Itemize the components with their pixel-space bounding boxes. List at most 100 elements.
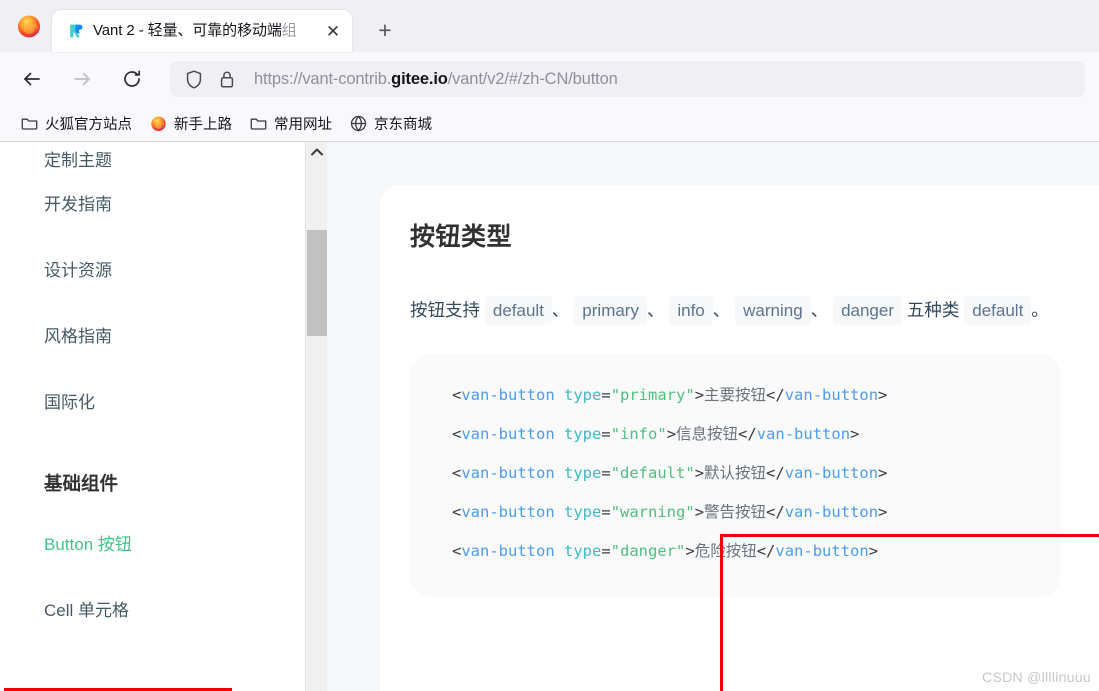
code-token-close-lt: </ <box>766 503 785 521</box>
sidebar-item-label: Button 按钮 <box>44 535 132 554</box>
reload-icon[interactable] <box>114 61 150 97</box>
code-chip-info: info <box>669 296 713 325</box>
code-token-close-lt: </ <box>766 464 785 482</box>
code-token-eq: = <box>601 386 611 404</box>
sidebar-item-label: 开发指南 <box>44 195 112 214</box>
bookmark-label: 京东商城 <box>374 117 432 133</box>
sidebar-item-style-guide[interactable]: 风格指南 <box>44 304 305 370</box>
code-token-lt: < <box>452 386 462 404</box>
code-line: <van-button type="primary">主要按钮</van-but… <box>452 376 1060 415</box>
paragraph-lead: 按钮支持 <box>410 300 480 320</box>
code-token-close-gt: > <box>878 386 888 404</box>
bookmark-item-getting-started[interactable]: 新手上路 <box>143 110 239 137</box>
code-token-gt: > <box>694 386 705 404</box>
docs-sidebar: 定制主题 开发指南 设计资源 风格指南 国际化 基础组件 Button 按钮 C… <box>0 142 305 691</box>
code-chip-danger: danger <box>833 296 902 325</box>
code-token-eq: = <box>601 425 611 443</box>
sidebar-item-label: 设计资源 <box>44 261 112 280</box>
address-bar[interactable]: https://vant-contrib.gitee.io/vant/v2/#/… <box>170 61 1085 97</box>
code-token-attr: type <box>564 503 602 521</box>
scrollbar-thumb[interactable] <box>307 230 327 336</box>
code-token-close-gt: > <box>878 503 888 521</box>
code-token-lt: < <box>452 542 462 560</box>
code-line: <van-button type="info">信息按钮</van-button… <box>452 415 1060 454</box>
code-token-tag: van-button <box>461 386 555 404</box>
docs-content-area: 按钮类型 按钮支持 default、 primary、 info、 warnin… <box>327 142 1099 691</box>
code-token-close-tag: van-button <box>784 464 879 482</box>
bookmark-item-jd-mall[interactable]: 京东商城 <box>343 110 439 137</box>
bookmarks-bar: 火狐官方站点 新手上路 常用网址 京东商城 <box>0 106 1099 142</box>
code-token-tag: van-button <box>461 425 555 443</box>
scroll-up-arrow-icon[interactable] <box>306 142 328 162</box>
code-token-eq: = <box>601 542 611 560</box>
sidebar-item-custom-theme[interactable]: 定制主题 <box>44 142 305 172</box>
vant-logo-favicon <box>66 22 84 40</box>
browser-window: Vant 2 - 轻量、可靠的移动端组 ✕ + https://vant-con… <box>0 0 1099 691</box>
browser-tab-active[interactable]: Vant 2 - 轻量、可靠的移动端组 ✕ <box>52 10 352 52</box>
folder-icon <box>21 115 38 132</box>
code-token-lt: < <box>452 503 462 521</box>
code-token-eq: = <box>601 464 611 482</box>
code-token-value: "info" <box>610 425 667 443</box>
firefox-icon <box>150 115 167 132</box>
docs-card: 按钮类型 按钮支持 default、 primary、 info、 warnin… <box>380 185 1099 691</box>
code-token-close-gt: > <box>850 425 860 443</box>
bookmark-item-common-sites[interactable]: 常用网址 <box>243 110 339 137</box>
separator: 、 <box>646 300 665 320</box>
code-token-text: 警告按钮 <box>704 503 767 521</box>
code-chip-default-2: default <box>964 296 1032 325</box>
navigation-toolbar: https://vant-contrib.gitee.io/vant/v2/#/… <box>0 52 1099 106</box>
code-token-attr: type <box>564 464 602 482</box>
code-token-close-lt: </ <box>766 386 785 404</box>
separator: 、 <box>712 300 731 320</box>
page-scrollbar[interactable] <box>305 142 327 691</box>
new-tab-button[interactable]: + <box>368 13 402 47</box>
code-token-value: "primary" <box>610 386 695 404</box>
code-token-attr: type <box>564 425 602 443</box>
bookmark-label: 常用网址 <box>274 117 332 133</box>
tracking-protection-shield-icon[interactable] <box>184 69 204 90</box>
forward-arrow-icon <box>64 61 100 97</box>
sidebar-item-dev-guide[interactable]: 开发指南 <box>44 172 305 238</box>
code-token-gt: > <box>694 503 705 521</box>
code-token-close-lt: </ <box>738 425 757 443</box>
code-chip-primary: primary <box>574 296 647 325</box>
code-token-attr: type <box>564 386 602 404</box>
code-line: <van-button type="default">默认按钮</van-but… <box>452 454 1060 493</box>
code-token-close-gt: > <box>868 542 879 560</box>
sidebar-item-cell[interactable]: Cell 单元格 <box>44 578 305 644</box>
url-text: https://vant-contrib.gitee.io/vant/v2/#/… <box>254 69 618 88</box>
folder-icon <box>250 115 267 132</box>
code-token-close-tag: van-button <box>756 425 851 443</box>
bookmark-item-firefox-official[interactable]: 火狐官方站点 <box>14 110 139 137</box>
globe-icon <box>350 115 367 132</box>
code-token-text: 危险按钮 <box>694 542 757 560</box>
code-block: <van-button type="primary">主要按钮</van-but… <box>410 354 1060 597</box>
code-token-close-tag: van-button <box>775 542 869 560</box>
back-arrow-icon[interactable] <box>14 61 50 97</box>
sidebar-item-i18n[interactable]: 国际化 <box>44 370 305 436</box>
code-line: <van-button type="danger">危险按钮</van-butt… <box>452 532 1060 571</box>
watermark: CSDN @llllinuuu <box>982 669 1091 685</box>
code-token-text: 默认按钮 <box>704 464 767 482</box>
separator: 、 <box>810 300 829 320</box>
code-token-value: "default" <box>610 464 695 482</box>
page-viewport: 定制主题 开发指南 设计资源 风格指南 国际化 基础组件 Button 按钮 C… <box>0 142 1099 691</box>
sidebar-group-title: 基础组件 <box>44 473 119 494</box>
code-token-lt: < <box>452 425 462 443</box>
sidebar-item-label: 定制主题 <box>44 151 112 170</box>
sidebar-item-button[interactable]: Button 按钮 <box>44 512 305 578</box>
code-token-tag: van-button <box>461 464 555 482</box>
close-icon[interactable]: ✕ <box>322 20 344 42</box>
code-token-eq: = <box>601 503 611 521</box>
code-token-gt: > <box>685 542 695 560</box>
padlock-icon[interactable] <box>218 69 236 90</box>
code-token-tag: van-button <box>461 542 555 560</box>
sidebar-item-design-resources[interactable]: 设计资源 <box>44 238 305 304</box>
separator: 、 <box>551 300 570 320</box>
